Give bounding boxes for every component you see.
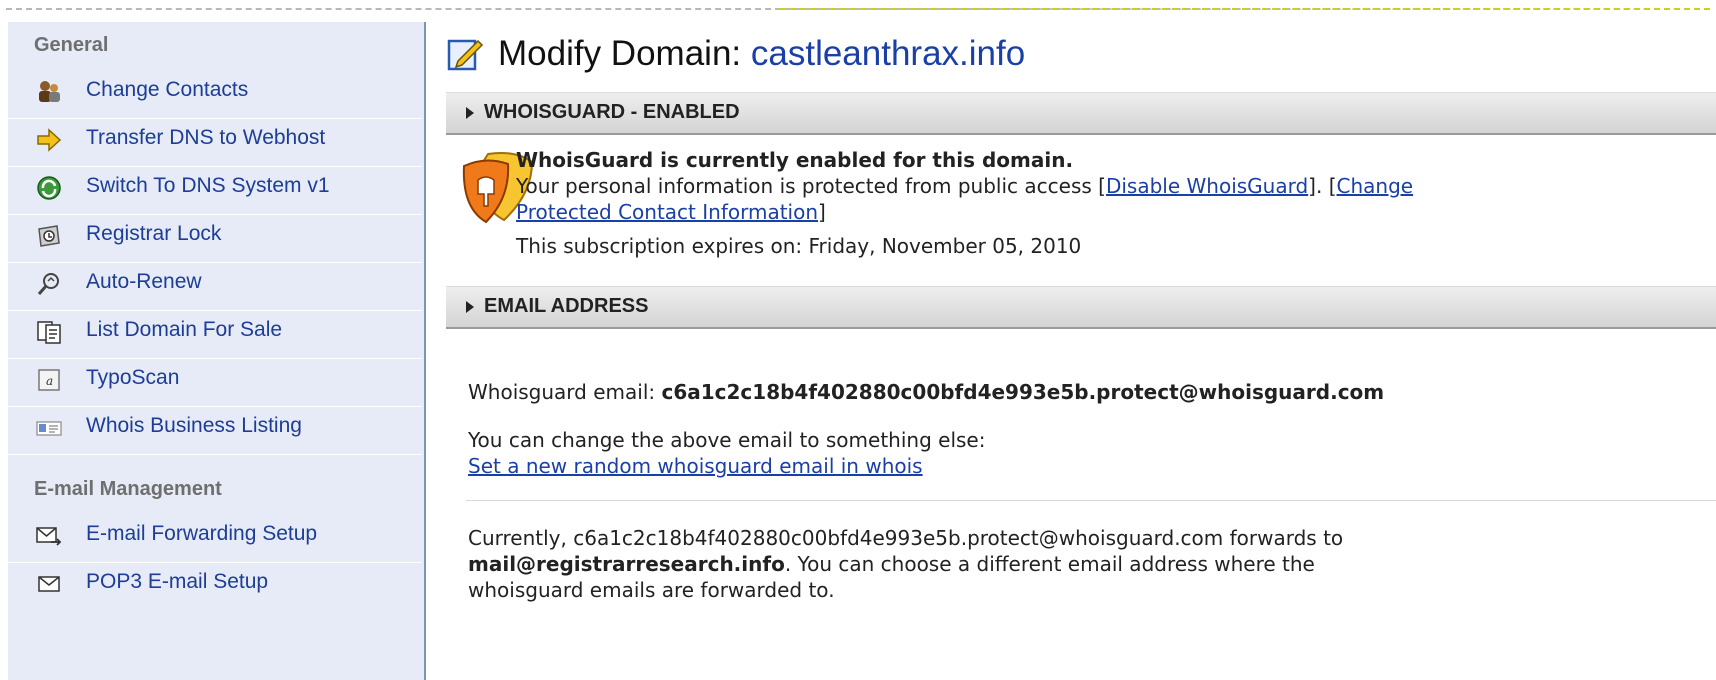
sidebar-item-email-forwarding[interactable]: E-mail Forwarding Setup xyxy=(8,510,422,563)
info-text: Your personal information is protected f… xyxy=(516,174,1106,198)
section-header-email[interactable]: EMAIL ADDRESS xyxy=(446,286,1716,329)
info-between: ]. [ xyxy=(1308,174,1337,198)
email-forward-icon xyxy=(36,523,62,549)
sidebar-item-label: Change Contacts xyxy=(86,78,249,101)
sidebar-item-pop3-email[interactable]: POP3 E-mail Setup xyxy=(8,558,422,610)
sidebar-item-label: Auto-Renew xyxy=(86,270,202,293)
sidebar: General Change Contacts Transfer DNS to … xyxy=(8,22,426,680)
expand-triangle-icon xyxy=(466,107,474,119)
sidebar-item-label: TypoScan xyxy=(86,366,180,389)
contacts-icon xyxy=(36,79,62,105)
whoisguard-info-line: Your personal information is protected f… xyxy=(516,174,1413,198)
whoisguard-email-value: c6a1c2c18b4f402880c00bfd4e993e5b.protect… xyxy=(661,380,1385,404)
sidebar-item-auto-renew[interactable]: Auto-Renew xyxy=(8,258,422,311)
forward-tail-line-2: whoisguard emails are forwarded to. xyxy=(468,578,835,602)
currently-forwards-text: Currently, c6a1c2c18b4f402880c00bfd4e993… xyxy=(468,526,1344,550)
expand-triangle-icon xyxy=(466,301,474,313)
sidebar-item-switch-dns[interactable]: Switch To DNS System v1 xyxy=(8,162,422,215)
auto-renew-icon xyxy=(36,271,62,297)
change-protected-contact-link-part2[interactable]: Protected Contact Information xyxy=(516,200,818,224)
edit-icon xyxy=(446,35,484,73)
forward-address: mail@registrarresearch.info xyxy=(468,552,785,576)
disable-whoisguard-link[interactable]: Disable WhoisGuard xyxy=(1106,174,1308,198)
whoisguard-status-heading: WhoisGuard is currently enabled for this… xyxy=(516,148,1074,172)
forward-tail: . You can choose a different email addre… xyxy=(784,552,1315,576)
sidebar-item-whois-business-listing[interactable]: Whois Business Listing xyxy=(8,402,422,455)
svg-text:a: a xyxy=(46,374,53,388)
info-close: ] xyxy=(818,200,826,224)
sidebar-heading-general: General xyxy=(34,34,109,56)
sidebar-item-list-domain-for-sale[interactable]: List Domain For Sale xyxy=(8,306,422,359)
sidebar-item-label: Registrar Lock xyxy=(86,222,222,245)
subscription-expiry: This subscription expires on: Friday, No… xyxy=(516,234,1082,258)
envelope-icon xyxy=(36,571,62,597)
page-title: Modify Domain: castleanthrax.info xyxy=(446,30,1025,78)
arrow-right-icon xyxy=(36,127,62,153)
set-random-email-link[interactable]: Set a new random whoisguard email in who… xyxy=(468,454,923,478)
sidebar-item-transfer-dns[interactable]: Transfer DNS to Webhost xyxy=(8,114,422,167)
sidebar-item-label: Switch To DNS System v1 xyxy=(86,174,330,197)
sidebar-heading-email: E-mail Management xyxy=(34,478,222,500)
sidebar-item-registrar-lock[interactable]: Registrar Lock xyxy=(8,210,422,263)
section-header-whoisguard[interactable]: WHOISGUARD - ENABLED xyxy=(446,92,1716,135)
main-content: Modify Domain: castleanthrax.info WHOISG… xyxy=(446,22,1716,680)
section-header-label: EMAIL ADDRESS xyxy=(484,295,649,317)
sidebar-item-label: List Domain For Sale xyxy=(86,318,283,341)
whoisguard-email-line: Whoisguard email: c6a1c2c18b4f402880c00b… xyxy=(468,380,1384,404)
sidebar-item-typoscan[interactable]: a TypoScan xyxy=(8,354,422,407)
top-dashed-border-accent xyxy=(780,8,1710,10)
whoisguard-info-line-2: Protected Contact Information] xyxy=(516,200,826,224)
sidebar-item-label: Transfer DNS to Webhost xyxy=(86,126,326,149)
business-card-icon xyxy=(36,415,62,441)
whoisguard-email-label: Whoisguard email: xyxy=(468,380,656,404)
sidebar-item-label: E-mail Forwarding Setup xyxy=(86,522,318,545)
page-title-prefix: Modify Domain: xyxy=(498,34,742,73)
dns-switch-icon xyxy=(36,175,62,201)
forward-address-line: mail@registrarresearch.info. You can cho… xyxy=(468,552,1315,576)
sidebar-item-change-contacts[interactable]: Change Contacts xyxy=(8,66,422,119)
page-title-domain: castleanthrax.info xyxy=(750,34,1026,73)
sidebar-item-label: POP3 E-mail Setup xyxy=(86,570,269,593)
section-header-label: WHOISGUARD - ENABLED xyxy=(484,101,740,123)
lock-icon xyxy=(36,223,62,249)
change-protected-contact-link-part1[interactable]: Change xyxy=(1337,174,1414,198)
divider xyxy=(466,500,1716,501)
list-sale-icon xyxy=(36,319,62,345)
typoscan-icon: a xyxy=(36,367,62,393)
sidebar-item-label: Whois Business Listing xyxy=(86,414,302,437)
change-email-text: You can change the above email to someth… xyxy=(468,428,986,452)
